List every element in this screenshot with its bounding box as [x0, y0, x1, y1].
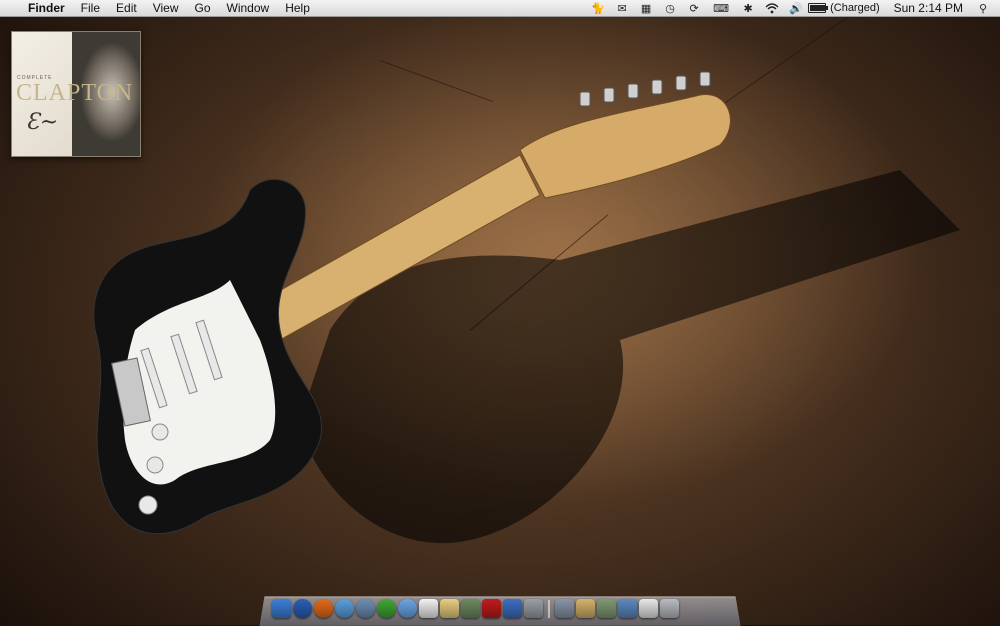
notes-icon[interactable] [440, 599, 459, 618]
battery-status[interactable]: (Charged) [830, 2, 886, 14]
preview-icon[interactable] [639, 599, 658, 618]
cat-icon[interactable]: 🐈 [591, 2, 605, 15]
iphoto-icon[interactable] [461, 599, 480, 618]
finder-icon[interactable] [272, 599, 291, 618]
calendar-icon[interactable]: ▦ [639, 2, 653, 15]
menu-view[interactable]: View [145, 0, 187, 16]
guitar-headstock [519, 94, 731, 199]
applications-stack-icon[interactable] [576, 599, 595, 618]
trash-icon[interactable] [660, 599, 679, 618]
downloads-stack-icon[interactable] [618, 599, 637, 618]
menu-go[interactable]: Go [187, 0, 219, 16]
menu-bar: Finder File Edit View Go Window Help 🐈 ✉… [0, 0, 1000, 17]
menu-window[interactable]: Window [219, 0, 278, 16]
album-title: CLAPTON [16, 80, 134, 106]
dock [272, 592, 732, 618]
volume-icon[interactable]: 🔊 [789, 2, 803, 15]
spotlight-icon[interactable]: ⚲ [976, 2, 990, 15]
itunes-icon[interactable] [356, 599, 375, 618]
messenger-icon[interactable] [377, 599, 396, 618]
ichat-icon[interactable] [398, 599, 417, 618]
app-menu-finder[interactable]: Finder [20, 0, 73, 16]
word-icon[interactable] [503, 599, 522, 618]
menu-help[interactable]: Help [277, 0, 318, 16]
menu-file[interactable]: File [73, 0, 108, 16]
wifi-icon[interactable] [765, 2, 779, 14]
menu-edit[interactable]: Edit [108, 0, 145, 16]
utilities-stack-icon[interactable] [597, 599, 616, 618]
documents-stack-icon[interactable] [555, 599, 574, 618]
sync-icon[interactable]: ⟳ [687, 2, 701, 15]
menu-clock[interactable]: Sun 2:14 PM [886, 0, 971, 16]
desktop-album-item[interactable]: COMPLETE CLAPTON Ɛ~ [11, 31, 141, 157]
time-machine-icon[interactable]: ◷ [663, 2, 677, 15]
dock-separator [548, 600, 550, 618]
photo-booth-icon[interactable] [482, 599, 501, 618]
mail-icon[interactable]: ✉ [615, 2, 629, 15]
album-signature: Ɛ~ [26, 110, 59, 135]
bluetooth-icon[interactable]: ✱ [741, 2, 755, 15]
battery-icon[interactable] [808, 3, 829, 13]
guitar-wallpaper-image [93, 71, 960, 544]
ie-icon[interactable] [293, 599, 312, 618]
desktop-wallpaper [0, 0, 1000, 625]
keyboard-icon[interactable]: ⌨ [711, 2, 731, 15]
system-prefs-icon[interactable] [524, 599, 543, 618]
safari-icon[interactable] [335, 599, 354, 618]
firefox-icon[interactable] [314, 599, 333, 618]
ical-icon[interactable] [419, 599, 438, 618]
